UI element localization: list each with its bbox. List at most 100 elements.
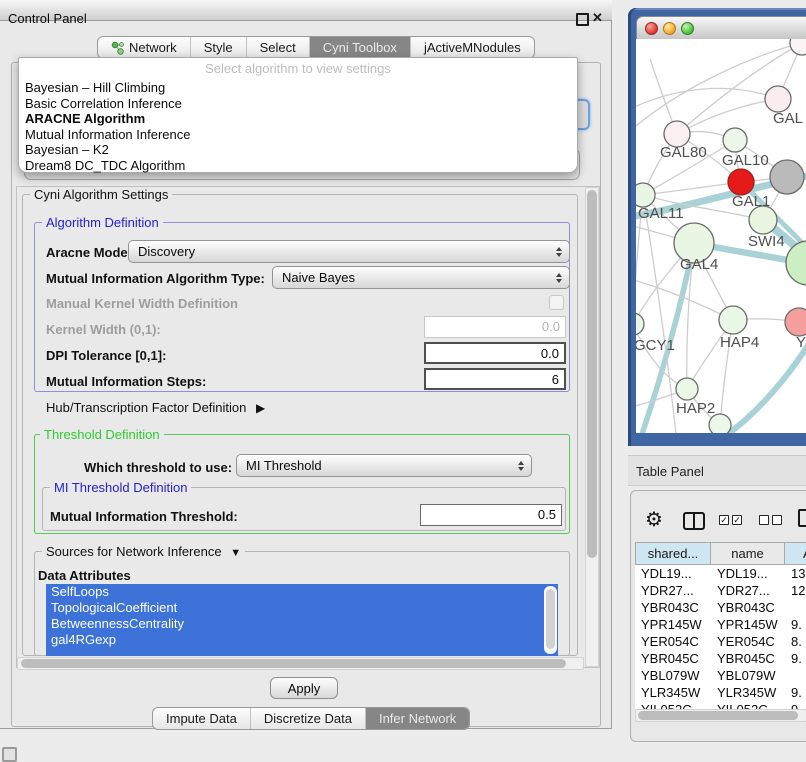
network-window-titlebar (636, 16, 806, 40)
node-gray[interactable] (770, 160, 804, 194)
settings-vertical-scrollbar-thumb[interactable] (587, 190, 597, 558)
cell: 9 (785, 701, 806, 709)
screen: Control Panel ✕ Network Style Select Cyn… (0, 0, 806, 762)
kernel-width-label: Kernel Width (0,1): (46, 322, 161, 337)
tab-jactivemnodules[interactable]: jActiveMNodules (410, 37, 534, 58)
which-threshold-combobox[interactable]: MI Threshold (236, 454, 532, 477)
column-header-shared-name[interactable]: shared... (635, 542, 711, 565)
node-label: Y (796, 334, 806, 351)
network-view-window: GAL GAL80 GAL10 GAL1 GAL11 SWI4 GAL4 GCY… (628, 8, 806, 446)
dpi-tolerance-field[interactable]: 0.0 (424, 342, 566, 364)
minimize-traffic-light-icon[interactable] (663, 22, 676, 35)
node-gal1-selected[interactable] (728, 169, 754, 195)
manual-kernel-checkbox[interactable] (549, 295, 564, 310)
float-window-icon[interactable] (576, 13, 589, 26)
tab-cyni-toolbox[interactable]: Cyni Toolbox (309, 37, 410, 58)
dropdown-item[interactable]: Basic Correlation Inference (19, 96, 577, 112)
node-gal10[interactable] (723, 128, 747, 152)
attribute-item[interactable]: TopologicalCoefficient (46, 600, 558, 616)
cell: YLR345W (635, 684, 711, 701)
tab-infer-network[interactable]: Infer Network (365, 708, 469, 729)
mi-threshold-label: Mutual Information Threshold: (50, 509, 238, 524)
cell: YBR045C (711, 650, 785, 667)
dropdown-item[interactable]: Bayesian – K2 (19, 142, 577, 158)
mi-steps-field[interactable]: 6 (424, 368, 566, 390)
node-gcy1[interactable] (636, 313, 644, 335)
cell: YBL079W (635, 667, 711, 684)
table-row[interactable]: YPR145W YPR145W 9. (635, 616, 806, 633)
zoom-traffic-light-icon[interactable] (681, 22, 694, 35)
checked-box-icon: ✓ (719, 515, 729, 525)
dropdown-list: Bayesian – Hill Climbing Basic Correlati… (19, 80, 577, 173)
node-salmon[interactable] (785, 308, 806, 336)
cell: YLR345W (711, 684, 785, 701)
attributes-scrollbar-thumb[interactable] (546, 589, 555, 649)
node-label: SWI4 (748, 233, 785, 250)
dropdown-item[interactable]: Dream8 DC_TDC Algorithm (19, 158, 577, 174)
node-label: GAL4 (680, 256, 718, 273)
node-swi4[interactable] (749, 206, 777, 234)
column-header-name[interactable]: name (711, 542, 785, 565)
table-horizontal-scrollbar-thumb[interactable] (638, 711, 798, 720)
mi-threshold-field[interactable]: 0.5 (420, 504, 562, 526)
node-gal[interactable] (765, 86, 791, 112)
tab-discretize-data[interactable]: Discretize Data (250, 708, 365, 729)
settings-horizontal-scrollbar-thumb[interactable] (21, 659, 566, 668)
dropdown-item[interactable]: Mutual Information Inference (19, 127, 577, 143)
cell: YDR27... (711, 582, 785, 599)
table-row[interactable]: YBR043C YBR043C (635, 599, 806, 616)
node-gal11[interactable] (636, 183, 655, 207)
network-canvas[interactable]: GAL GAL80 GAL10 GAL1 GAL11 SWI4 GAL4 GCY… (636, 39, 806, 433)
attribute-item[interactable]: SelfLoops (46, 584, 558, 600)
node-label: GAL (773, 110, 803, 127)
hub-definition-expander[interactable]: Hub/Transcription Factor Definition ▶ (46, 400, 265, 415)
select-all-checkboxes-icon[interactable]: ✓ ✓ (719, 515, 742, 525)
node-large-green[interactable] (786, 241, 806, 285)
apply-button[interactable]: Apply (270, 677, 338, 699)
minimized-panel-icon[interactable] (2, 747, 17, 762)
node-label: GAL1 (732, 193, 770, 210)
table-row[interactable]: YDR27... YDR27... 12 (635, 582, 806, 599)
unchecked-box-icon (759, 515, 769, 525)
close-traffic-light-icon[interactable] (645, 22, 658, 35)
attribute-item[interactable]: BetweennessCentrality (46, 616, 558, 632)
deselect-all-checkboxes-icon[interactable] (759, 515, 782, 525)
dropdown-item[interactable]: Bayesian – Hill Climbing (19, 80, 577, 96)
gear-icon[interactable]: ⚙ (645, 507, 663, 532)
aracne-mode-combobox[interactable]: Discovery (128, 240, 570, 263)
node-hap2[interactable] (676, 378, 698, 400)
expander-right-arrow-icon: ▶ (256, 401, 265, 415)
tab-impute-data[interactable]: Impute Data (153, 708, 250, 729)
cell (785, 599, 806, 616)
table-row[interactable]: YER054C YER054C 8. (635, 633, 806, 650)
tab-network[interactable]: Network (98, 37, 190, 58)
attribute-item[interactable]: gal4RGexp (46, 632, 558, 648)
aracne-mode-value: Discovery (138, 244, 195, 259)
table-panel-bar: Table Panel (628, 455, 806, 486)
dropdown-prompt: Select algorithm to view settings (19, 61, 577, 76)
table-row[interactable]: YLR345W YLR345W 9. (635, 684, 806, 701)
table-row[interactable]: YBR045C YBR045C 9. (635, 650, 806, 667)
cell: YBR045C (635, 650, 711, 667)
document-icon[interactable] (798, 509, 806, 527)
table-row[interactable]: YDL19... YDL19... 13 (635, 565, 806, 582)
table-row-clipped[interactable]: YIL052C YIL052C 9 (635, 701, 806, 709)
tab-select[interactable]: Select (246, 37, 309, 58)
table-panel-title: Table Panel (636, 464, 704, 479)
column-header-clipped[interactable]: A (785, 542, 806, 565)
node[interactable] (790, 39, 806, 55)
kernel-width-field[interactable]: 0.0 (424, 316, 566, 338)
tab-cyni-toolbox-label: Cyni Toolbox (323, 40, 397, 55)
cell: 9. (785, 684, 806, 701)
split-columns-icon[interactable] (683, 512, 705, 530)
node-hap4[interactable] (719, 306, 747, 334)
dropdown-item-selected[interactable]: ARACNE Algorithm (19, 111, 577, 127)
close-icon[interactable]: ✕ (592, 10, 603, 26)
expander-down-arrow-icon: ▼ (230, 547, 241, 559)
tab-style[interactable]: Style (190, 37, 246, 58)
table-row[interactable]: YBL079W YBL079W (635, 667, 806, 684)
cell: YPR145W (711, 616, 785, 633)
mi-type-combobox[interactable]: Naive Bayes (272, 266, 570, 289)
control-panel-tabbar: Network Style Select Cyni Toolbox jActiv… (97, 36, 535, 59)
sources-expander[interactable]: Sources for Network Inference ▼ (42, 544, 245, 559)
